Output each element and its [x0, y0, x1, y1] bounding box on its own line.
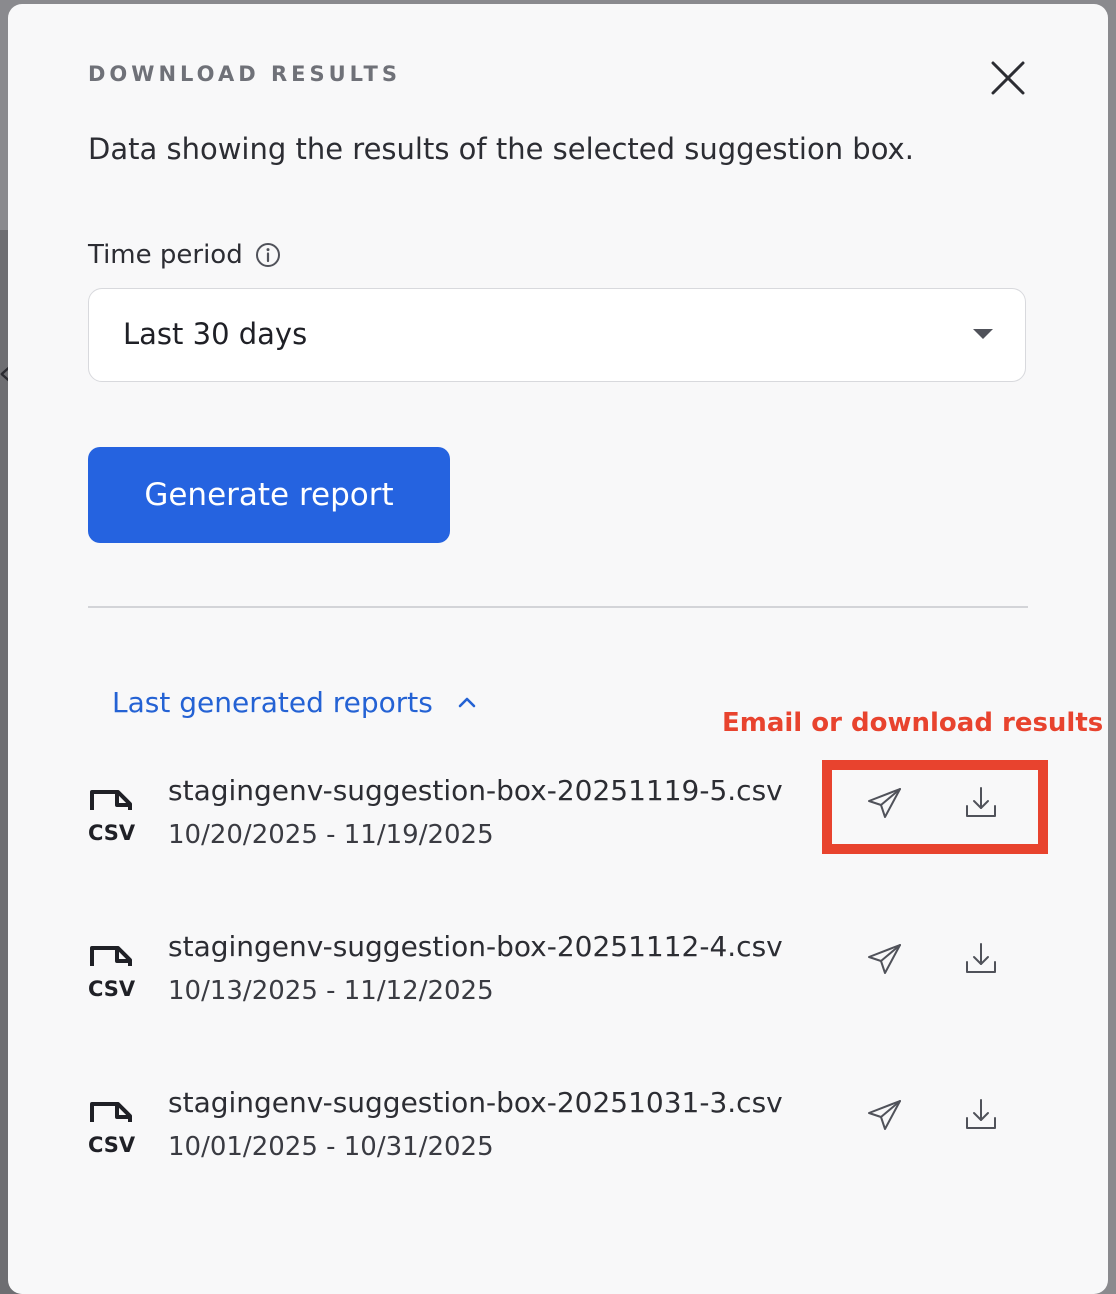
- file-type-label: CSV: [88, 1133, 136, 1156]
- download-icon: [966, 943, 996, 973]
- time-period-label-row: Time period: [88, 240, 281, 270]
- download-report-button[interactable]: [956, 778, 1006, 828]
- report-row: CSV stagingenv-suggestion-box-20251112-4…: [88, 930, 1028, 1030]
- time-period-selected-value: Last 30 days: [123, 317, 308, 351]
- download-icon: [966, 1099, 996, 1129]
- email-report-button[interactable]: [860, 778, 910, 828]
- file-type-label: CSV: [88, 821, 136, 844]
- download-report-button[interactable]: [956, 934, 1006, 984]
- report-file-name: stagingenv-suggestion-box-20251119-5.csv: [168, 774, 783, 807]
- generate-report-button[interactable]: Generate report: [88, 447, 450, 543]
- last-generated-reports-toggle[interactable]: Last generated reports: [112, 686, 479, 719]
- time-period-label: Time period: [88, 240, 243, 270]
- report-date-range: 10/20/2025 - 11/19/2025: [168, 820, 494, 850]
- csv-file-icon: CSV: [88, 946, 136, 1000]
- paper-plane-icon: [868, 944, 901, 974]
- modal-title: DOWNLOAD RESULTS: [88, 62, 401, 86]
- email-report-button[interactable]: [860, 934, 910, 984]
- close-button[interactable]: [984, 54, 1032, 102]
- info-icon[interactable]: [255, 242, 281, 268]
- modal-description: Data showing the results of the selected…: [88, 132, 914, 166]
- section-divider: [88, 606, 1028, 608]
- download-icon: [966, 787, 996, 817]
- csv-file-icon: CSV: [88, 790, 136, 844]
- caret-down-icon: [973, 329, 993, 339]
- paper-plane-icon: [868, 788, 901, 818]
- report-file-name: stagingenv-suggestion-box-20251031-3.csv: [168, 1086, 783, 1119]
- chevron-up-icon: [458, 697, 476, 707]
- email-report-button[interactable]: [860, 1090, 910, 1140]
- report-row: CSV stagingenv-suggestion-box-20251031-3…: [88, 1086, 1028, 1186]
- report-date-range: 10/13/2025 - 11/12/2025: [168, 976, 494, 1006]
- file-type-label: CSV: [88, 977, 136, 1000]
- download-report-button[interactable]: [956, 1090, 1006, 1140]
- report-row: CSV stagingenv-suggestion-box-20251119-5…: [88, 774, 1028, 874]
- close-icon: [991, 61, 1025, 95]
- time-period-select[interactable]: Last 30 days: [88, 288, 1026, 382]
- download-results-modal: DOWNLOAD RESULTS Data showing the result…: [8, 4, 1108, 1294]
- annotation-label: Email or download results: [722, 708, 1104, 738]
- csv-file-icon: CSV: [88, 1102, 136, 1156]
- report-file-name: stagingenv-suggestion-box-20251112-4.csv: [168, 930, 783, 963]
- report-date-range: 10/01/2025 - 10/31/2025: [168, 1132, 494, 1162]
- reports-toggle-label: Last generated reports: [112, 686, 433, 719]
- paper-plane-icon: [868, 1100, 901, 1130]
